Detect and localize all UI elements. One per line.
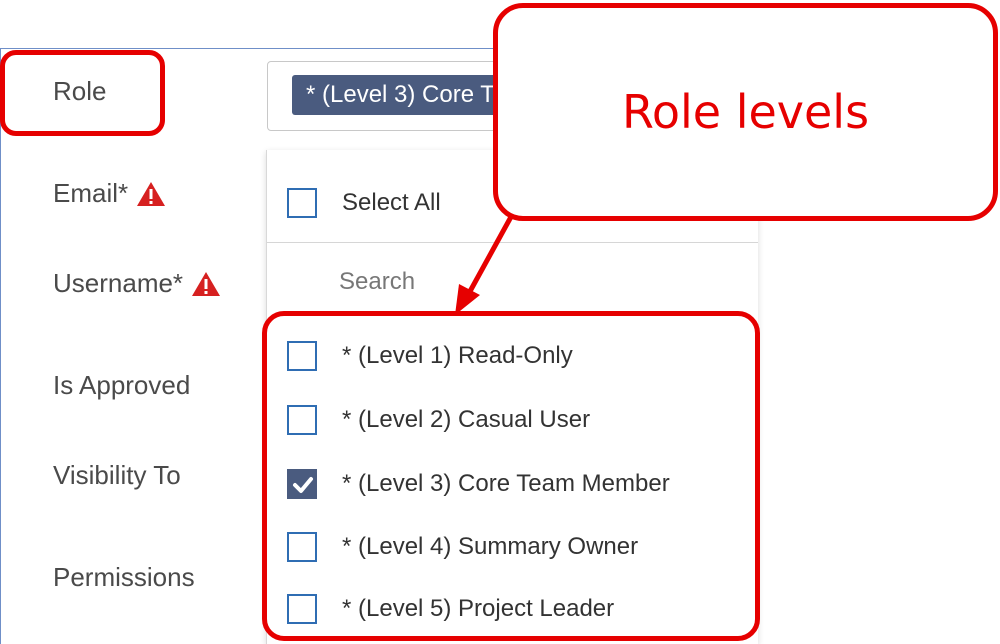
warning-triangle-icon: [191, 270, 221, 298]
options-highlight-box: [262, 311, 760, 641]
dropdown-search-input[interactable]: Search: [339, 268, 415, 296]
email-label-text: Email*: [53, 178, 129, 208]
is-approved-label: Is Approved: [53, 370, 190, 401]
username-label-text: Username*: [53, 268, 184, 298]
role-selected-tag[interactable]: * (Level 3) Core Team Member: [292, 75, 512, 115]
visibility-to-label-text: Visibility To: [53, 460, 181, 490]
permissions-label-text: Permissions: [53, 562, 195, 592]
select-all-checkbox[interactable]: [287, 188, 317, 218]
callout-text: Role levels: [621, 85, 870, 139]
dropdown-divider: [267, 242, 758, 243]
role-highlight-box: [0, 50, 165, 136]
select-all-label: Select All: [342, 189, 441, 216]
screenshot-canvas: Role Email* Username* Is Approved Visibi…: [0, 0, 1000, 644]
permissions-label: Permissions: [53, 562, 195, 593]
email-label: Email*: [53, 178, 166, 209]
visibility-to-label: Visibility To: [53, 460, 181, 491]
warning-triangle-icon: [136, 180, 166, 208]
is-approved-label-text: Is Approved: [53, 370, 191, 400]
role-levels-callout: Role levels: [493, 3, 998, 221]
username-label: Username*: [53, 268, 221, 299]
